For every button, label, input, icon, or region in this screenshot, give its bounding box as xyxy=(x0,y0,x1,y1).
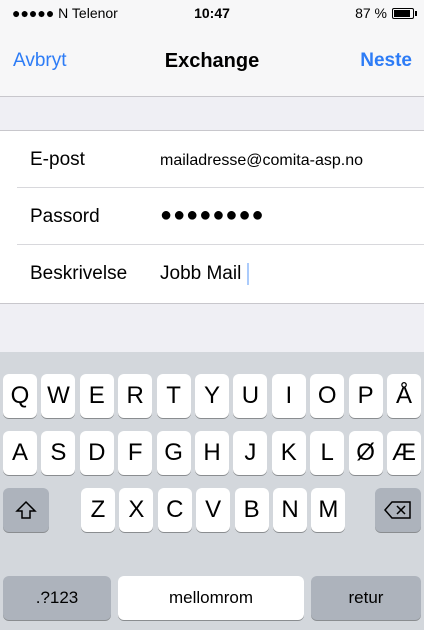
key-i[interactable]: I xyxy=(271,374,306,418)
description-label: Beskrivelse xyxy=(30,263,128,284)
key-d[interactable]: D xyxy=(79,431,114,475)
key-o[interactable]: O xyxy=(310,374,345,418)
keyboard: Q W E R T Y U I O P Å A S D F G H J K L Ø Æ Z X C V B N M .?123 mellom… xyxy=(0,352,424,630)
key-z[interactable]: Z xyxy=(81,488,115,532)
description-field[interactable]: Jobb Mail xyxy=(160,263,250,285)
description-row[interactable]: Beskrivelse Jobb Mail xyxy=(0,245,424,302)
space-key[interactable]: mellomrom xyxy=(118,576,304,620)
key-k[interactable]: K xyxy=(271,431,306,475)
key-b[interactable]: B xyxy=(234,488,269,532)
next-button[interactable]: Neste xyxy=(360,50,412,72)
battery-status: 87 % xyxy=(355,5,417,21)
key-r[interactable]: R xyxy=(118,374,153,418)
key-h[interactable]: H xyxy=(195,431,229,475)
key-g[interactable]: G xyxy=(156,431,191,475)
description-value: Jobb Mail xyxy=(160,263,242,285)
key-c[interactable]: C xyxy=(157,488,192,532)
password-field[interactable]: ●●●●●●●● xyxy=(160,204,265,227)
key-a[interactable]: A xyxy=(3,431,37,475)
key-l[interactable]: L xyxy=(310,431,345,475)
email-field[interactable]: mailadresse@comita-asp.no xyxy=(160,152,363,170)
key-e[interactable]: E xyxy=(79,374,114,418)
status-bar: ●●●●● N Telenor 10:47 87 % xyxy=(0,0,424,26)
password-label: Passord xyxy=(30,206,100,227)
key-q[interactable]: Q xyxy=(3,374,37,418)
key-w[interactable]: W xyxy=(41,374,76,418)
key-ø[interactable]: Ø xyxy=(348,431,383,475)
navigation-bar: Avbryt Exchange Neste xyxy=(0,26,424,97)
backspace-icon xyxy=(384,501,411,519)
key-v[interactable]: V xyxy=(196,488,231,532)
text-cursor xyxy=(247,263,250,285)
email-label: E-post xyxy=(30,149,85,170)
backspace-key[interactable] xyxy=(375,488,421,532)
key-n[interactable]: N xyxy=(273,488,307,532)
key-j[interactable]: J xyxy=(233,431,268,475)
battery-icon xyxy=(392,7,417,19)
numbers-key[interactable]: .?123 xyxy=(3,576,111,620)
return-key[interactable]: retur xyxy=(311,576,421,620)
account-form: E-post mailadresse@comita-asp.no Passord… xyxy=(0,130,424,304)
shift-icon xyxy=(15,500,37,519)
key-y[interactable]: Y xyxy=(195,374,229,418)
password-row[interactable]: Passord ●●●●●●●● xyxy=(0,188,424,245)
key-m[interactable]: M xyxy=(311,488,346,532)
battery-percent: 87 % xyxy=(355,5,387,21)
key-u[interactable]: U xyxy=(233,374,268,418)
key-p[interactable]: P xyxy=(348,374,383,418)
key-æ[interactable]: Æ xyxy=(387,431,421,475)
key-x[interactable]: X xyxy=(119,488,154,532)
email-row[interactable]: E-post mailadresse@comita-asp.no xyxy=(0,131,424,188)
key-å[interactable]: Å xyxy=(387,374,421,418)
key-t[interactable]: T xyxy=(156,374,191,418)
shift-key[interactable] xyxy=(3,488,49,532)
key-s[interactable]: S xyxy=(41,431,76,475)
key-f[interactable]: F xyxy=(118,431,153,475)
